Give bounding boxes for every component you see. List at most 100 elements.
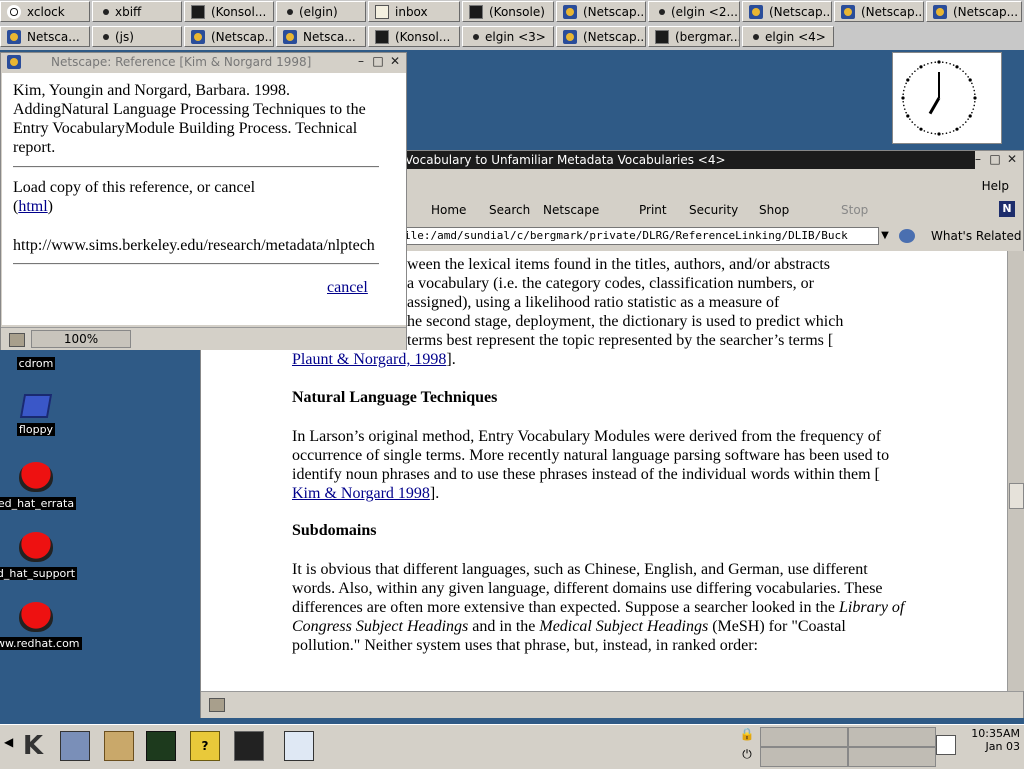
find-file-icon[interactable] — [284, 731, 314, 761]
clock-tick — [959, 68, 961, 70]
clock-tick — [955, 65, 959, 69]
popup-html-link[interactable]: html — [18, 198, 47, 215]
desktop-icon-floppy[interactable]: floppy — [0, 394, 78, 436]
taskbar-button[interactable]: (Netscap... — [926, 1, 1022, 22]
panel-clock[interactable]: 10:35AM Jan 03 — [960, 727, 1020, 753]
taskbar-button[interactable]: (Netscap... — [184, 26, 274, 47]
kde-menu-icon[interactable]: K — [18, 731, 48, 761]
taskbar-button[interactable]: (Netscap... — [742, 1, 832, 22]
nav-home[interactable]: Home — [431, 203, 466, 217]
nav-netscape[interactable]: Netscape — [543, 203, 599, 217]
nav-search[interactable]: Search — [489, 203, 530, 217]
clock-tick — [952, 130, 955, 132]
menu-help[interactable]: Help — [982, 176, 1009, 196]
clock-tick — [903, 86, 906, 88]
whats-related-button[interactable]: What's Related — [931, 229, 1021, 243]
taskbar-button[interactable]: xbiff — [92, 1, 182, 22]
taskbar-button[interactable]: Netsca... — [276, 26, 366, 47]
clock-tick — [911, 121, 914, 123]
clock-tick — [901, 96, 905, 100]
dot-icon — [659, 8, 665, 15]
lock-screen-button[interactable]: 🔒 — [738, 727, 756, 745]
nav-print[interactable]: Print — [639, 203, 667, 217]
link2-suffix: ]. — [429, 485, 440, 502]
taskbar-button[interactable]: elgin <3> — [462, 26, 554, 47]
link-plaunt-norgard[interactable]: Plaunt & Norgard, 1998 — [292, 351, 446, 368]
desktop-icon-redhat-com[interactable]: ww.redhat.com — [0, 602, 82, 650]
popup-close-button[interactable]: ✕ — [388, 55, 402, 69]
terminal-emulator-icon[interactable] — [146, 731, 176, 761]
clock-tick — [974, 100, 976, 103]
nav-stop[interactable]: Stop — [841, 203, 868, 217]
taskbar-button[interactable]: (elgin) — [276, 1, 366, 22]
desktop-icon-redhat-errata[interactable]: ed_hat_errata — [0, 462, 78, 510]
desktop-icon-redhat-support[interactable]: d_hat_support — [0, 532, 78, 580]
vertical-scrollbar[interactable] — [1007, 251, 1024, 691]
panel-left-arrow-icon[interactable]: ◀ — [4, 735, 13, 749]
clock-tick — [937, 132, 941, 136]
popup-maximize-button[interactable]: □ — [371, 55, 385, 69]
home-folder-icon[interactable] — [104, 731, 134, 761]
pager-desktop-3[interactable] — [760, 747, 848, 767]
taskbar-button[interactable]: Netsca... — [0, 26, 90, 47]
calendar-icon[interactable] — [936, 735, 956, 755]
reference-popup: Netscape: Reference [Kim & Norgard 1998]… — [0, 52, 407, 350]
whats-related-icon — [899, 229, 915, 243]
clock-tick — [914, 123, 916, 126]
konsole-icon[interactable] — [234, 731, 264, 761]
popup-minimize-button[interactable]: – — [354, 55, 368, 69]
taskbar-button[interactable]: (Netscap... — [556, 1, 646, 22]
pager-desktop-2[interactable] — [848, 727, 936, 747]
popup-content: Kim, Youngin and Norgard, Barbara. 1998.… — [2, 73, 406, 325]
pager-desktop-4[interactable] — [848, 747, 936, 767]
location-field[interactable]: ile:/amd/sundial/c/bergmark/private/DLRG… — [401, 227, 879, 245]
nav-security[interactable]: Security — [689, 203, 738, 217]
taskbar-button[interactable]: elgin <4> — [742, 26, 834, 47]
desktop-icon-label: ed_hat_errata — [0, 497, 77, 510]
taskbar-button[interactable]: (Konsole) — [462, 1, 554, 22]
netscape-icon — [7, 29, 21, 44]
link-kim-norgard[interactable]: Kim & Norgard 1998 — [292, 485, 430, 502]
taskbar-button[interactable]: (js) — [92, 26, 182, 47]
taskbar-button[interactable]: xclock — [0, 1, 90, 22]
clock-tick — [964, 121, 967, 123]
taskbar-button[interactable]: (Netscap... — [556, 26, 646, 47]
window-list-icon[interactable] — [60, 731, 90, 761]
minimize-button[interactable]: – — [971, 153, 985, 167]
logout-button[interactable]: ⏻ — [738, 747, 756, 765]
redhat-icon — [19, 462, 53, 492]
nav-shop[interactable]: Shop — [759, 203, 789, 217]
netscape-icon — [283, 29, 297, 44]
heading-natural-language: Natural Language Techniques — [292, 389, 498, 406]
dot-icon — [103, 8, 109, 15]
desktop-icon-label: cdrom — [16, 357, 56, 370]
maximize-button[interactable]: □ — [988, 153, 1002, 167]
redhat-icon — [19, 602, 53, 632]
taskbar-button[interactable]: (Netscap... — [834, 1, 924, 22]
taskbar-button[interactable]: (Konsol... — [184, 1, 274, 22]
clock-tick — [909, 76, 911, 78]
scrollbar-thumb[interactable] — [1009, 483, 1024, 509]
location-dropdown-icon[interactable]: ▼ — [879, 227, 891, 245]
pager-desktop-1[interactable] — [760, 727, 848, 747]
taskbar-button[interactable]: (elgin <2... — [648, 1, 740, 22]
close-button[interactable]: ✕ — [1005, 153, 1019, 167]
popup-load-text: Load copy of this reference, or cancel — [13, 179, 256, 196]
popup-cancel-link[interactable]: cancel — [327, 278, 368, 297]
clock-tick — [962, 123, 964, 126]
popup-titlebar[interactable]: Netscape: Reference [Kim & Norgard 1998] — [1, 53, 406, 71]
taskbar-button[interactable]: (Konsol... — [368, 26, 460, 47]
help-icon[interactable]: ? — [190, 731, 220, 761]
taskbar-button-label: (bergmar... — [675, 29, 740, 44]
clock-tick — [941, 61, 944, 63]
clock-tick — [967, 118, 969, 120]
clock-tick — [962, 70, 964, 73]
desktop-icon-label: ww.redhat.com — [0, 637, 82, 650]
xclock-window[interactable] — [892, 52, 1002, 144]
link1-suffix: ]. — [446, 351, 456, 368]
desktop-icon-cdrom[interactable]: cdrom — [0, 356, 78, 370]
clock-tick — [971, 82, 973, 85]
taskbar-button-label: elgin <4> — [765, 29, 826, 44]
taskbar-button[interactable]: inbox — [368, 1, 460, 22]
taskbar-button[interactable]: (bergmar... — [648, 26, 740, 47]
